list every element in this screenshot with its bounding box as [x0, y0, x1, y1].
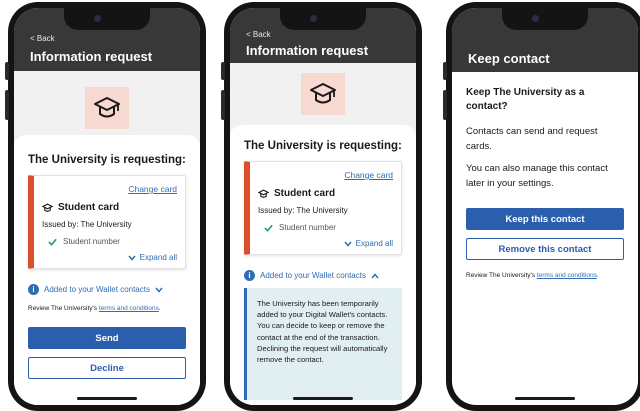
home-indicator	[515, 397, 575, 400]
home-indicator	[293, 397, 353, 400]
graduation-cap-icon	[301, 73, 345, 115]
card-name: Student card	[274, 188, 336, 199]
phone-side-button	[221, 62, 225, 80]
change-card-link[interactable]: Change card	[128, 184, 177, 194]
chevron-down-icon	[155, 287, 163, 293]
phone-keep-contact: Keep contact Keep The University as a co…	[443, 2, 640, 411]
attribute-label: Student number	[63, 237, 120, 246]
credential-card: Change card Student card Issued by: The …	[28, 175, 186, 269]
request-sheet: The University is requesting: Change car…	[14, 135, 200, 405]
requesting-heading: The University is requesting:	[244, 140, 402, 152]
terms-suffix: .	[158, 305, 161, 312]
send-button[interactable]: Send	[28, 327, 186, 349]
wallet-contacts-label: Added to your Wallet contacts	[260, 271, 366, 280]
check-icon	[48, 238, 57, 246]
screen: < Back Information request The Universit…	[230, 8, 416, 405]
keep-contact-question: Keep The University as a contact?	[466, 87, 585, 112]
attribute-row: Student number	[264, 223, 336, 232]
notch	[280, 8, 366, 30]
info-icon: i	[28, 284, 39, 295]
contacts-description: Contacts can send and request cards.	[466, 126, 598, 152]
wallet-contacts-label: Added to your Wallet contacts	[44, 285, 150, 294]
manage-contact-description: You can also manage this contact later i…	[466, 163, 608, 189]
card-title: Student card	[42, 202, 119, 213]
terms-link[interactable]: terms and conditions	[537, 272, 597, 279]
camera	[532, 15, 539, 22]
wallet-contacts-toggle[interactable]: i Added to your Wallet contacts	[28, 284, 163, 295]
request-sheet: The University is requesting: Change car…	[230, 125, 416, 405]
terms-notice: Review The University's terms and condit…	[466, 272, 599, 279]
card-title: Student card	[258, 188, 335, 199]
wallet-contacts-info-panel: The University has been temporarily adde…	[244, 288, 402, 400]
credential-card: Change card Student card Issued by: The …	[244, 161, 402, 255]
attribute-label: Student number	[279, 223, 336, 232]
keep-contact-button[interactable]: Keep this contact	[466, 208, 624, 230]
expand-all-button[interactable]: Expand all	[344, 239, 393, 248]
terms-prefix: Review The University's	[466, 272, 537, 279]
camera	[94, 15, 101, 22]
phone-information-request: < Back Information request The Universit…	[5, 2, 206, 411]
chevron-up-icon	[371, 272, 379, 278]
change-card-link[interactable]: Change card	[344, 170, 393, 180]
chevron-down-icon	[344, 241, 352, 247]
notch	[64, 8, 150, 30]
expand-all-label: Expand all	[355, 239, 393, 248]
phone-side-button	[5, 62, 9, 80]
notch	[502, 8, 588, 30]
graduation-cap-icon	[258, 189, 269, 198]
content-area: The University is requesting: Change car…	[230, 63, 416, 405]
back-button[interactable]: < Back	[246, 30, 271, 39]
requesting-heading: The University is requesting:	[28, 154, 186, 166]
page-title: Information request	[30, 49, 153, 64]
terms-suffix: .	[596, 272, 599, 279]
issued-by: Issued by: The University	[258, 206, 348, 215]
camera	[310, 15, 317, 22]
issued-by: Issued by: The University	[42, 220, 132, 229]
phone-side-button	[221, 90, 225, 120]
card-name: Student card	[58, 202, 120, 213]
back-button[interactable]: < Back	[30, 34, 55, 43]
page-title: Keep contact	[468, 51, 550, 66]
attribute-row: Student number	[48, 237, 120, 246]
phone-information-request-expanded: < Back Information request The Universit…	[221, 2, 422, 411]
phone-side-button	[443, 90, 447, 120]
graduation-cap-icon	[85, 87, 129, 129]
content-area: The University is requesting: Change car…	[14, 71, 200, 405]
info-icon: i	[244, 270, 255, 281]
screen: Keep contact Keep The University as a co…	[452, 8, 638, 405]
chevron-down-icon	[128, 255, 136, 261]
screen: < Back Information request The Universit…	[14, 8, 200, 405]
page-title: Information request	[246, 43, 369, 58]
phone-side-button	[5, 90, 9, 120]
terms-prefix: Review The University's	[28, 305, 99, 312]
wallet-contacts-toggle[interactable]: i Added to your Wallet contacts	[244, 270, 379, 281]
decline-button[interactable]: Decline	[28, 357, 186, 379]
phone-side-button	[443, 62, 447, 80]
expand-all-label: Expand all	[139, 253, 177, 262]
remove-contact-button[interactable]: Remove this contact	[466, 238, 624, 260]
check-icon	[264, 224, 273, 232]
graduation-cap-icon	[42, 203, 53, 212]
terms-link[interactable]: terms and conditions	[99, 305, 159, 312]
home-indicator	[77, 397, 137, 400]
expand-all-button[interactable]: Expand all	[128, 253, 177, 262]
terms-notice: Review The University's terms and condit…	[28, 305, 161, 312]
